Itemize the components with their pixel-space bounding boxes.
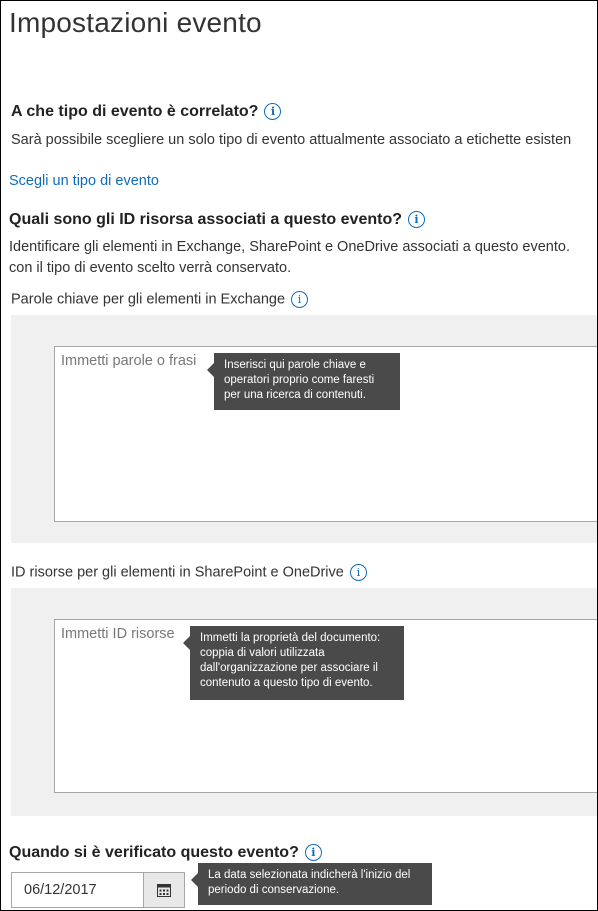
exchange-keywords-label: Parole chiave per gli elementi in Exchan… xyxy=(11,291,309,308)
tooltip-line: dall'organizzazione per associare il xyxy=(200,662,378,674)
tooltip-line: Inserisci qui parole chiave e xyxy=(224,359,366,371)
sharepoint-ids-tooltip: Immetti la proprietà del documento: copp… xyxy=(183,626,404,700)
asset-ids-heading-text: Quali sono gli ID risorsa associati a qu… xyxy=(9,211,402,228)
event-type-description: Sarà possibile scegliere un solo tipo di… xyxy=(11,132,572,148)
info-icon[interactable]: i xyxy=(291,291,309,308)
tooltip-line: La data selezionata indicherà l'inizio d… xyxy=(208,869,411,881)
event-date-value: 06/12/2017 xyxy=(24,882,97,898)
date-picker-button[interactable] xyxy=(143,872,185,908)
event-date-heading: Quando si è verificato questo evento? i xyxy=(9,844,322,862)
calendar-icon xyxy=(157,883,171,897)
event-settings-panel: Impostazioni evento A che tipo di evento… xyxy=(0,0,598,911)
info-icon[interactable]: i xyxy=(264,103,282,121)
tooltip-line: per una ricerca di contenuti. xyxy=(224,389,366,401)
info-icon[interactable]: i xyxy=(304,844,322,862)
sharepoint-ids-label-text: ID risorse per gli elementi in SharePoin… xyxy=(11,564,344,581)
tooltip-line: contenuto a questo tipo di evento. xyxy=(200,677,373,689)
choose-event-type-link[interactable]: Scegli un tipo di evento xyxy=(9,173,159,189)
event-type-heading-text: A che tipo di evento è correlato? xyxy=(11,103,259,120)
info-icon[interactable]: i xyxy=(349,564,367,581)
asset-ids-description-line1: Identificare gli elementi in Exchange, S… xyxy=(9,239,570,255)
sharepoint-ids-placeholder: Immetti ID risorse xyxy=(61,626,175,642)
tooltip-line: Immetti la proprietà del documento: xyxy=(200,632,381,644)
asset-ids-description-line2: con il tipo di evento scelto verrà conse… xyxy=(9,260,292,276)
event-date-heading-text: Quando si è verificato questo evento? xyxy=(9,844,299,861)
info-icon[interactable]: i xyxy=(408,211,425,229)
page-title: Impostazioni evento xyxy=(9,7,262,38)
exchange-keywords-placeholder: Immetti parole o frasi xyxy=(61,353,197,369)
event-date-input[interactable]: 06/12/2017 xyxy=(11,872,143,908)
event-type-heading: A che tipo di evento è correlato? i xyxy=(11,103,282,121)
sharepoint-ids-label: ID risorse per gli elementi in SharePoin… xyxy=(11,564,367,581)
event-date-tooltip: La data selezionata indicherà l'inizio d… xyxy=(191,863,432,905)
tooltip-line: periodo di conservazione. xyxy=(208,884,340,896)
tooltip-line: operatori proprio come faresti xyxy=(224,374,375,386)
exchange-keywords-label-text: Parole chiave per gli elementi in Exchan… xyxy=(11,291,286,308)
exchange-keywords-tooltip: Inserisci qui parole chiave e operatori … xyxy=(207,353,400,410)
asset-ids-heading: Quali sono gli ID risorsa associati a qu… xyxy=(9,211,425,229)
tooltip-line: coppia di valori utilizzata xyxy=(200,647,325,659)
